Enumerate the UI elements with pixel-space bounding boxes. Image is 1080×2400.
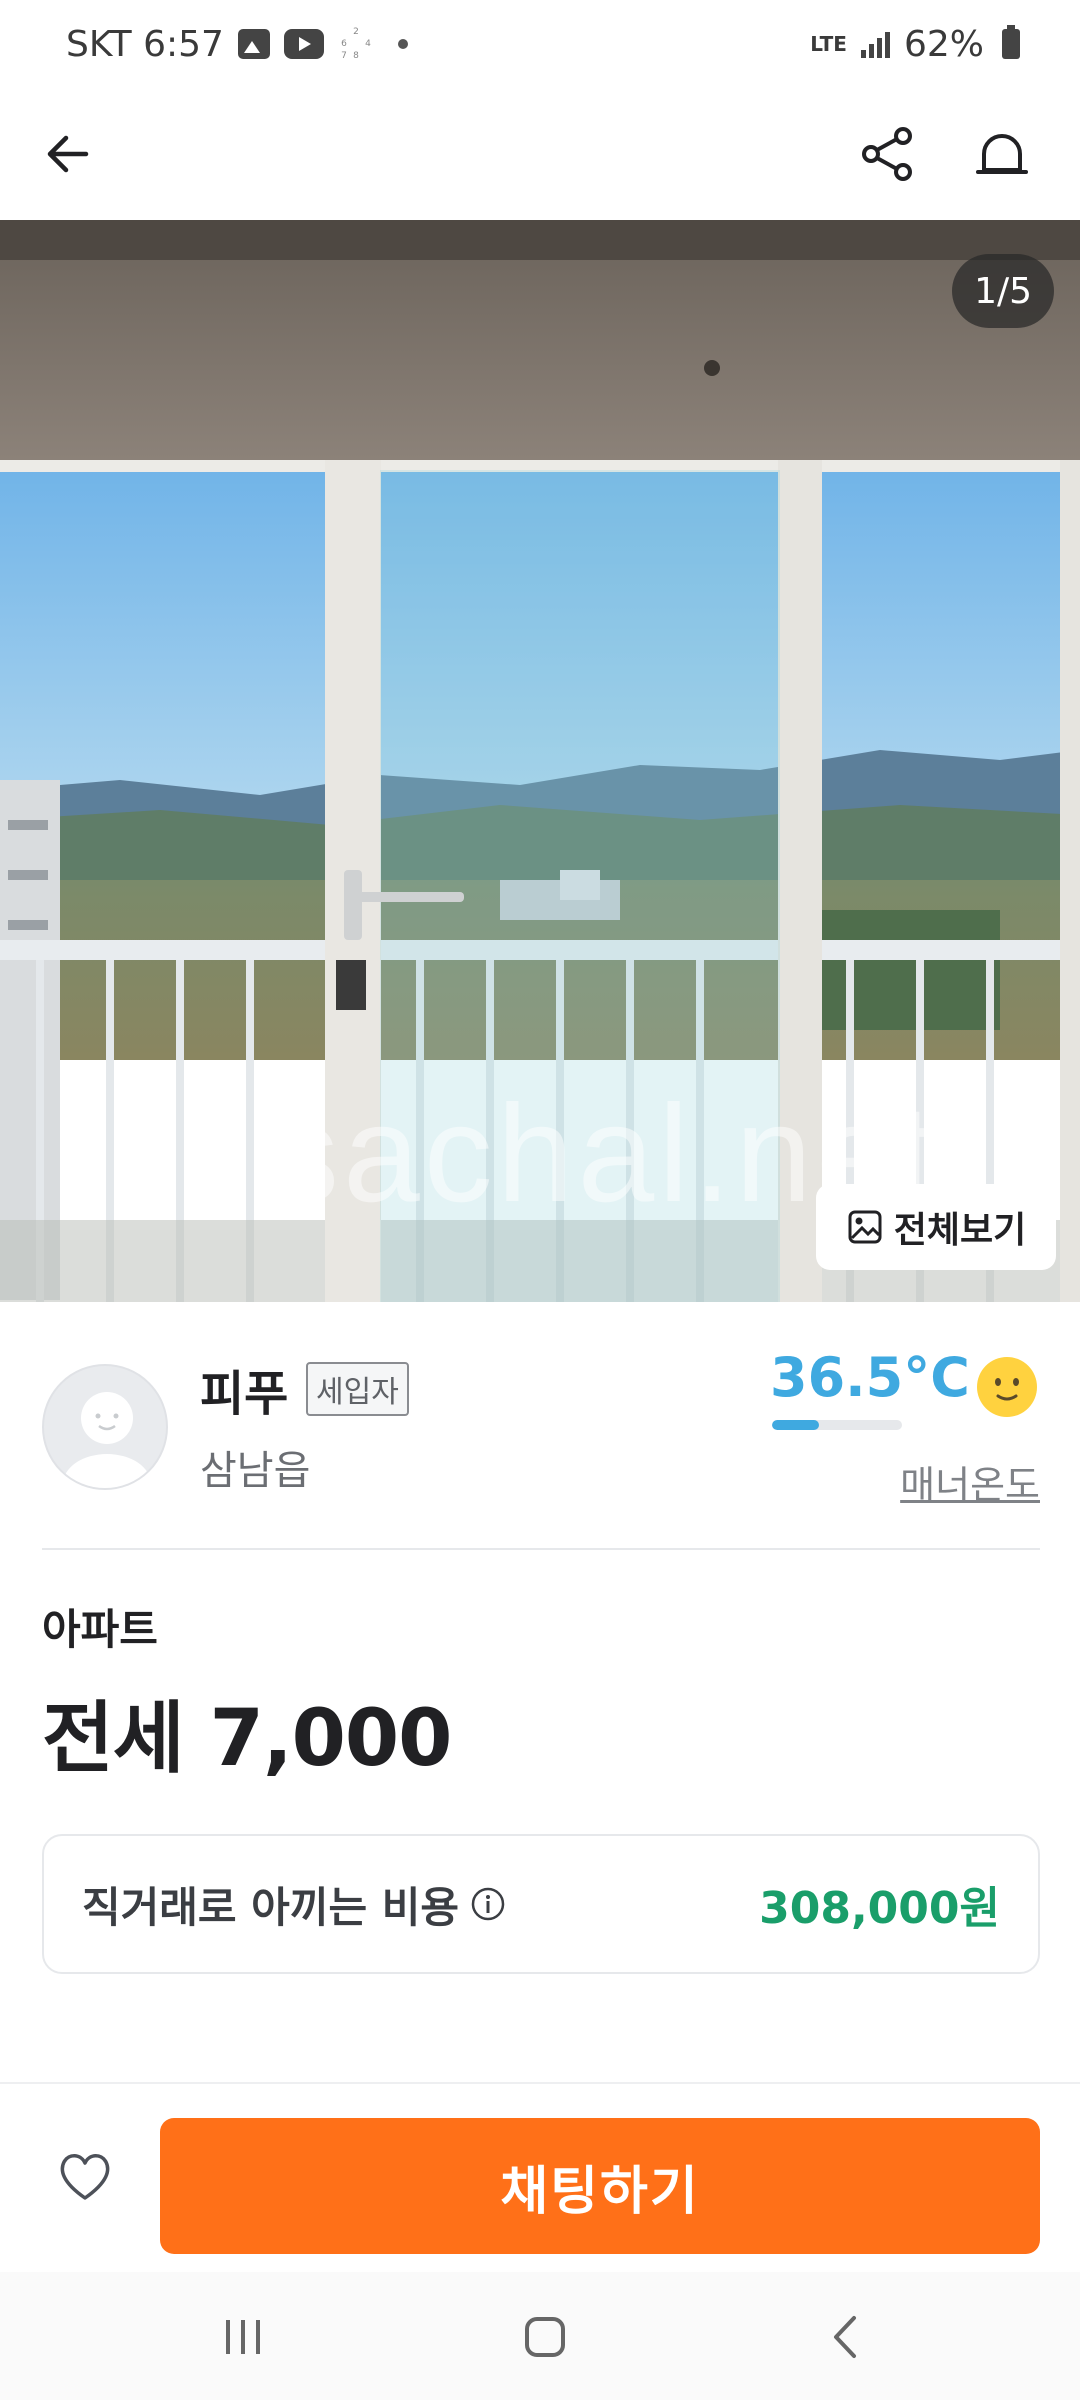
listing-photo[interactable]: 1/5 sachal.net 전체보기 (0, 220, 1080, 1302)
battery-percent: 62% (903, 23, 984, 65)
savings-amount: 308,000원 (759, 1883, 1000, 1934)
manner-temperature-value: 36.5°C (770, 1346, 970, 1409)
profile-divider (42, 1548, 1040, 1550)
gallery-icon (237, 29, 270, 59)
youtube-icon (283, 29, 324, 59)
like-button[interactable] (52, 2144, 118, 2210)
image-icon (848, 1210, 882, 1244)
default-avatar-icon (63, 1392, 151, 1488)
photo-page-indicator: 1/5 (952, 254, 1054, 328)
view-all-photos-button[interactable]: 전체보기 (816, 1184, 1056, 1270)
battery-icon (1002, 25, 1020, 59)
savings-label: 직거래로 아끼는 비용 (82, 1882, 460, 1932)
status-right: LTE 62% (810, 24, 1020, 65)
network-type: LTE (810, 32, 847, 56)
manner-temperature-fill (772, 1420, 820, 1430)
savings-card[interactable]: 직거래로 아끼는 비용 308,000원 (42, 1834, 1040, 1974)
seller-profile[interactable]: 피푸 세입자 삼남읍 36.5°C 매너온도 (0, 1302, 1080, 1550)
savings-label-group: 직거래로 아끼는 비용 (82, 1874, 507, 1935)
back-button[interactable] (32, 118, 104, 190)
more-notifications-dot (397, 39, 408, 49)
chevron-left-icon (834, 2316, 856, 2358)
manner-temperature-bar (772, 1420, 902, 1430)
home-icon (525, 2317, 565, 2357)
status-left: SKT 6:57 26478 (66, 24, 408, 65)
bottom-action-bar: 채팅하기 (0, 2082, 1080, 2272)
grid-notification-icon: 26478 (341, 27, 371, 61)
system-back-button[interactable] (802, 2302, 892, 2372)
listing-price: 전세 7,000 (42, 1694, 452, 1784)
carrier-time: SKT 6:57 (66, 23, 224, 65)
system-nav-bar (0, 2272, 1080, 2400)
listing-category: 아파트 (42, 1605, 158, 1654)
top-toolbar (0, 88, 1080, 220)
info-icon[interactable] (469, 1885, 507, 1923)
alarm-bell-icon (976, 134, 1028, 174)
arrow-left-icon (47, 135, 89, 173)
share-icon (862, 127, 912, 181)
alert-button[interactable] (966, 118, 1038, 190)
smiley-face-icon (977, 1357, 1037, 1417)
signal-icon (860, 30, 890, 58)
avatar[interactable] (42, 1364, 168, 1490)
heart-icon (60, 2154, 110, 2200)
seller-location: 삼남읍 (200, 1448, 311, 1494)
recent-apps-icon (226, 2320, 260, 2354)
manner-temperature-link[interactable]: 매너온도 (900, 1454, 1040, 1509)
view-all-label: 전체보기 (893, 1210, 1027, 1251)
role-badge: 세입자 (306, 1362, 409, 1416)
status-bar: SKT 6:57 26478 LTE 62% (0, 0, 1080, 88)
share-button[interactable] (852, 118, 924, 190)
chat-button[interactable]: 채팅하기 (160, 2118, 1040, 2254)
recent-apps-button[interactable] (198, 2302, 288, 2372)
home-button[interactable] (500, 2302, 590, 2372)
seller-nickname: 피푸 (200, 1366, 289, 1422)
